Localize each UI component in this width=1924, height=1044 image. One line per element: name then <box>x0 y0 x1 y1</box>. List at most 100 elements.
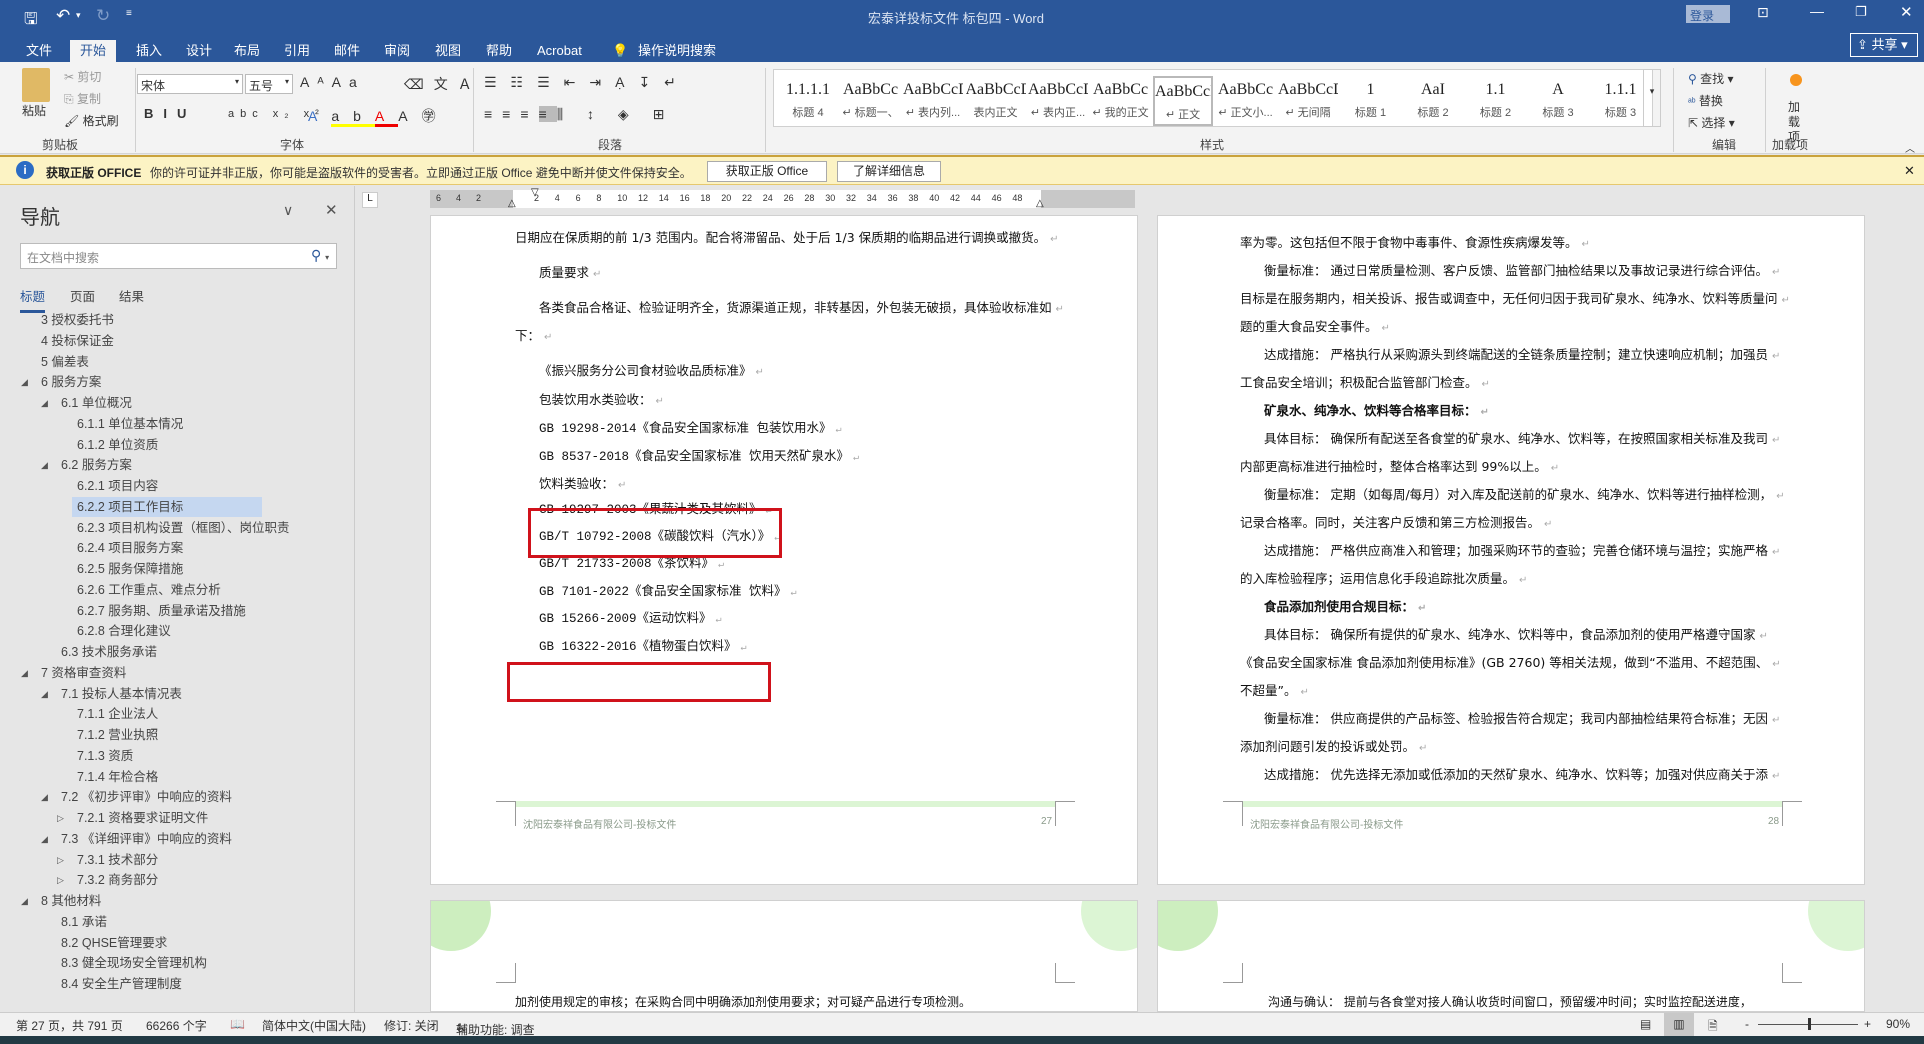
alignment-icons[interactable]: ≡≡≡≡⫼ ↕ ◈ ⊞ <box>484 106 674 123</box>
nav-heading-item[interactable]: 6.3 技术服务承诺 <box>61 642 157 662</box>
style-item[interactable]: AaBbCc ↵ 我的正文 <box>1091 76 1151 126</box>
tab-view[interactable]: 视图 <box>427 40 469 62</box>
redo-icon[interactable]: ↻ <box>96 6 110 26</box>
font-size-select[interactable]: 五号 ▾ <box>245 74 293 94</box>
nav-heading-item[interactable]: 7.2.1 资格要求证明文件 <box>77 808 208 828</box>
nav-tab-results[interactable]: 结果 <box>119 286 144 305</box>
nav-heading-item[interactable]: 3 授权委托书 <box>41 310 114 330</box>
nav-heading-item[interactable]: 6.1.1 单位基本情况 <box>77 414 183 434</box>
close-bar-icon[interactable]: ✕ <box>1904 163 1915 179</box>
style-item[interactable]: AaBbCcDdI ↵ 表内正... <box>1028 76 1088 126</box>
nav-heading-item[interactable]: 6.2.3 项目机构设置（框图）、岗位职责 <box>77 518 290 538</box>
nav-heading-item[interactable]: 7.2 《初步评审》中响应的资料 <box>61 787 232 807</box>
font-grow-shrink-icons[interactable]: AᴬAa <box>300 74 365 90</box>
nav-heading-item[interactable]: 6.2.1 项目内容 <box>77 476 158 496</box>
nav-heading-item[interactable]: 7.1 投标人基本情况表 <box>61 684 182 704</box>
nav-heading-item[interactable]: 6 服务方案 <box>41 372 101 392</box>
nav-heading-item[interactable]: 8.1 承诺 <box>61 912 107 932</box>
tab-help[interactable]: 帮助 <box>478 40 520 62</box>
nav-close-icon[interactable]: ✕ <box>325 201 338 219</box>
nav-heading-item[interactable]: 7.1.3 资质 <box>77 746 133 766</box>
nav-search-input[interactable]: 在文档中搜索 ⚲ ▾ <box>20 243 337 269</box>
undo-icon[interactable]: ↶ <box>56 6 70 26</box>
tab-design[interactable]: 设计 <box>178 40 220 62</box>
print-layout-icon[interactable]: ▥ <box>1664 1013 1694 1036</box>
word-count[interactable]: 66266 个字 <box>146 1017 207 1034</box>
nav-heading-item[interactable]: 6.1.2 单位资质 <box>77 435 158 455</box>
tab-layout[interactable]: 布局 <box>226 40 268 62</box>
tab-insert[interactable]: 插入 <box>128 40 170 62</box>
learn-more-button[interactable]: 了解详细信息 <box>837 161 941 182</box>
list-indent-icons[interactable]: ☰☷☰⇤⇥Ạ↧↵ <box>484 74 690 91</box>
format-painter-button[interactable]: 🖌 格式刷 <box>64 112 119 129</box>
nav-heading-item[interactable]: 6.2 服务方案 <box>61 455 132 475</box>
nav-heading-item[interactable]: 6.2.2 项目工作目标 <box>72 496 262 517</box>
tab-selector[interactable]: L <box>362 192 378 208</box>
copy-button[interactable]: ⎘ 复制 <box>64 90 101 107</box>
nav-heading-item[interactable]: 6.2.8 合理化建议 <box>77 621 171 641</box>
restore-icon[interactable]: ❐ <box>1855 4 1867 20</box>
style-item[interactable]: 1 标题 1 <box>1341 76 1401 126</box>
nav-heading-item[interactable]: 7.3.2 商务部分 <box>77 870 158 890</box>
nav-tab-pages[interactable]: 页面 <box>70 286 95 305</box>
collapse-arrow-icon[interactable]: ◢ <box>21 896 28 907</box>
collapse-arrow-icon[interactable]: ◢ <box>41 460 48 471</box>
tab-home[interactable]: 开始 <box>70 40 117 62</box>
expand-arrow-icon[interactable]: ▷ <box>57 855 64 866</box>
web-layout-icon[interactable]: 🗎 <box>1708 1017 1718 1038</box>
read-mode-icon[interactable]: ▤ <box>1640 1017 1651 1031</box>
tell-me-search[interactable]: 操作说明搜索 <box>630 40 724 62</box>
language[interactable]: 简体中文(中国大陆) <box>262 1017 366 1034</box>
nav-heading-item[interactable]: 8.4 安全生产管理制度 <box>61 974 182 994</box>
collapse-arrow-icon[interactable]: ◢ <box>41 398 48 409</box>
search-icon[interactable]: ⚲ ▾ <box>311 247 329 264</box>
style-item[interactable]: 1.1 标题 2 <box>1466 76 1526 126</box>
nav-heading-item[interactable]: 8.3 健全现场安全管理机构 <box>61 953 207 973</box>
undo-dropdown-icon[interactable]: ▾ <box>76 10 81 21</box>
nav-heading-item[interactable]: 7.3 《详细评审》中响应的资料 <box>61 829 232 849</box>
right-indent-marker[interactable]: △ <box>1036 198 1044 209</box>
nav-heading-item[interactable]: 6.2.7 服务期、质量承诺及措施 <box>77 601 246 621</box>
style-item[interactable]: A 标题 3 <box>1528 76 1588 126</box>
get-genuine-office-button[interactable]: 获取正版 Office <box>707 161 827 182</box>
nav-heading-item[interactable]: 7 资格审查资料 <box>41 663 126 683</box>
paste-icon[interactable] <box>22 68 50 102</box>
style-item[interactable]: AaBbCcD ↵ 表内列... <box>903 76 963 126</box>
expand-arrow-icon[interactable]: ▷ <box>57 875 64 886</box>
collapse-arrow-icon[interactable]: ◢ <box>41 834 48 845</box>
style-item[interactable]: AaBbCc ↵ 标题一、 <box>841 76 901 126</box>
cut-button[interactable]: ✂ 剪切 <box>64 68 101 85</box>
minimize-icon[interactable]: — <box>1810 3 1824 19</box>
collapse-arrow-icon[interactable]: ◢ <box>21 377 28 388</box>
ribbon-display-options-icon[interactable]: ⊡ <box>1757 4 1769 21</box>
tab-references[interactable]: 引用 <box>276 40 318 62</box>
nav-heading-item[interactable]: 7.1.4 年检合格 <box>77 767 158 787</box>
nav-heading-item[interactable]: 6.1 单位概况 <box>61 393 132 413</box>
zoom-slider-thumb[interactable] <box>1808 1018 1811 1030</box>
customize-qat-icon[interactable]: ≡ <box>126 8 132 19</box>
nav-options-icon[interactable]: ∨ <box>283 202 293 219</box>
save-icon[interactable]: 🖫 <box>24 8 38 35</box>
style-item[interactable]: AaBbCcDdI 表内正文 <box>966 76 1026 126</box>
nav-heading-item[interactable]: 7.3.1 技术部分 <box>77 850 158 870</box>
nav-heading-item[interactable]: 8 其他材料 <box>41 891 101 911</box>
zoom-out-button[interactable]: - <box>1745 1017 1749 1031</box>
login-button[interactable]: 登录 <box>1686 5 1730 23</box>
expand-arrow-icon[interactable]: ▷ <box>57 813 64 824</box>
nav-heading-item[interactable]: 8.2 QHSE管理要求 <box>61 933 167 953</box>
nav-heading-item[interactable]: 6.2.6 工作重点、难点分析 <box>77 580 221 600</box>
styles-more-button[interactable]: ▾ <box>1643 69 1661 127</box>
tab-file[interactable]: 文件 <box>18 40 60 62</box>
bold-italic-underline-icons[interactable]: BIU <box>144 106 196 121</box>
replace-button[interactable]: ᵃᵇ 替换 <box>1688 92 1723 109</box>
nav-heading-item[interactable]: 5 偏差表 <box>41 352 89 372</box>
text-effect-highlight-color-icons[interactable]: AabAA㊫ <box>308 106 450 127</box>
style-item[interactable]: AaBbCcDc ↵ 正文 <box>1153 76 1213 126</box>
tab-review[interactable]: 审阅 <box>376 40 418 62</box>
style-item[interactable]: 1.1.1.1 标题 4 <box>778 76 838 126</box>
horizontal-ruler[interactable]: 6 4 2 2 4 6 8 10 12 14 16 18 20 22 24 26 28 30 32 34 36 38 40 4… <box>430 187 1135 209</box>
nav-heading-item[interactable]: 6.2.4 项目服务方案 <box>77 538 183 558</box>
clear-format-phonetic-border-icons[interactable]: ⌫文Ａ <box>404 74 482 94</box>
paste-button[interactable]: 粘贴 <box>22 102 46 119</box>
page-count[interactable]: 第 27 页，共 791 页 <box>16 1017 123 1034</box>
